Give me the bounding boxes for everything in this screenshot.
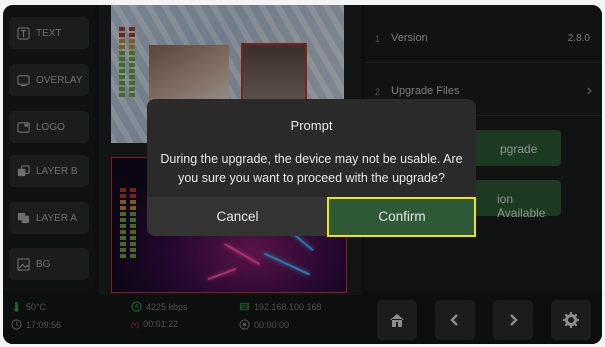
dialog-title: Prompt xyxy=(290,118,333,133)
cancel-label: Cancel xyxy=(216,209,259,224)
cancel-button[interactable]: Cancel xyxy=(147,197,328,236)
confirm-highlight-box xyxy=(327,197,476,237)
dialog-message: During the upgrade, the device may not b… xyxy=(160,152,463,185)
